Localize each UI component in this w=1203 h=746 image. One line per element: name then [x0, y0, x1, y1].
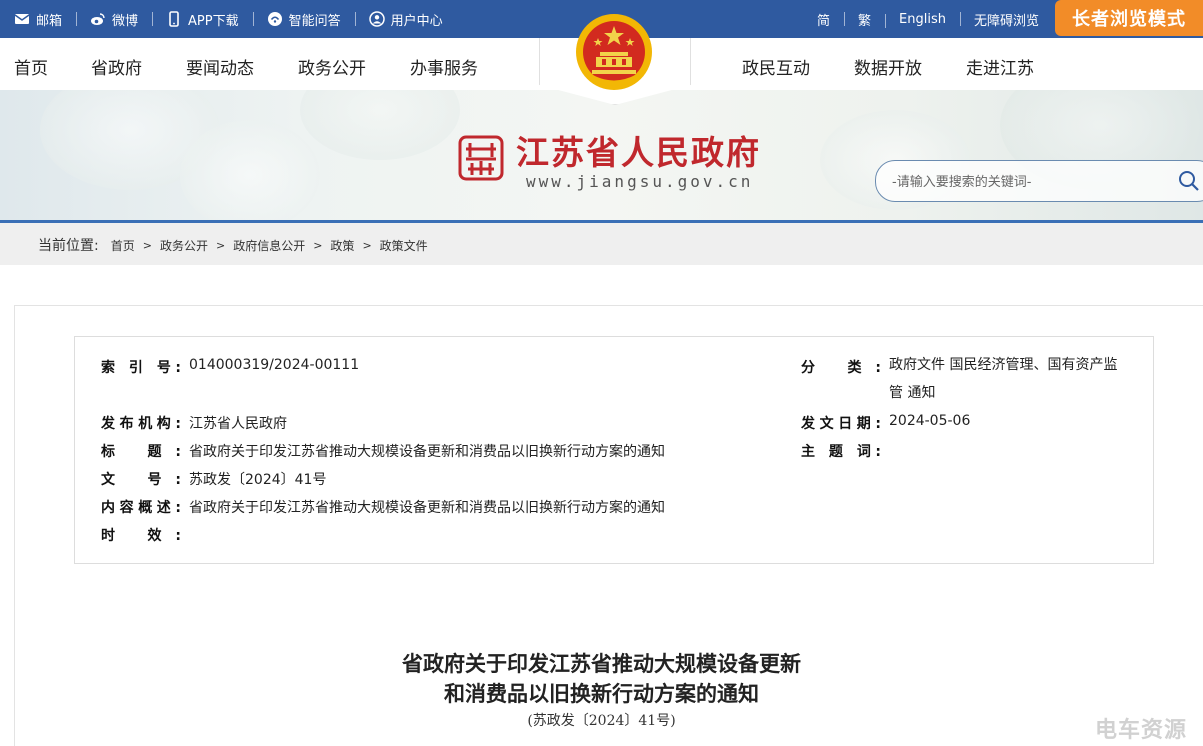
weibo-link[interactable]: 微博: [76, 10, 152, 29]
breadcrumb-gov-info[interactable]: 政府信息公开: [233, 237, 305, 254]
search-input[interactable]: [890, 170, 1174, 194]
meta-row-date: 发文日期: 2024-05-06: [801, 413, 970, 433]
meta-label-title: 标 题:: [101, 444, 181, 460]
nav-item-services[interactable]: 办事服务: [410, 54, 478, 79]
search-icon[interactable]: [1178, 170, 1200, 192]
nav-item-interaction[interactable]: 政民互动: [742, 54, 810, 79]
meta-value-index: 014000319/2024-00111: [189, 357, 360, 373]
meta-row-publisher: 发布机构: 江苏省人民政府: [101, 413, 287, 433]
weibo-label: 微博: [112, 13, 139, 29]
search-box: [875, 160, 1203, 202]
decorative-flower: [180, 120, 320, 220]
watermark: 电车资源: [1095, 718, 1188, 743]
nav-item-home[interactable]: 首页: [14, 54, 48, 79]
meta-value-docno: 苏政发〔2024〕41号: [189, 472, 327, 488]
nav-item-province-gov[interactable]: 省政府: [91, 54, 142, 79]
meta-row-category: 分 类: 政府文件 国民经济管理、国有资产监 管 通知: [801, 357, 1117, 407]
mail-label: 邮箱: [36, 13, 63, 29]
app-download-link[interactable]: APP下载: [152, 10, 253, 29]
simplified-chinese-link[interactable]: 简: [803, 10, 844, 29]
meta-label-index: 索 引 号:: [101, 360, 181, 376]
nav-item-news[interactable]: 要闻动态: [186, 54, 254, 79]
traditional-chinese-link[interactable]: 繁: [844, 10, 885, 29]
breadcrumb-label: 当前位置:: [38, 238, 99, 254]
english-link[interactable]: English: [885, 12, 960, 28]
meta-label-validity: 时 效:: [101, 528, 181, 544]
meta-row-index: 索 引 号: 014000319/2024-00111: [101, 357, 359, 377]
document-number: (苏政发〔2024〕41号): [527, 713, 676, 729]
breadcrumb-gov-affairs[interactable]: 政务公开: [160, 237, 208, 254]
meta-value-category-line2: 管 通知: [889, 385, 936, 401]
breadcrumb-separator: >: [362, 238, 372, 252]
phone-icon: [169, 11, 179, 27]
breadcrumb-separator: >: [313, 238, 323, 252]
meta-value-title: 省政府关于印发江苏省推动大规模设备更新和消费品以旧换新行动方案的通知: [189, 444, 665, 460]
document-title-line2: 和消费品以旧换新行动方案的通知: [444, 681, 759, 706]
meta-value-publisher: 江苏省人民政府: [189, 416, 287, 432]
breadcrumb-policy[interactable]: 政策: [330, 237, 354, 254]
elder-mode-button[interactable]: 长者浏览模式: [1055, 0, 1203, 36]
smart-qa-label: 智能问答: [288, 13, 341, 29]
site-url: www.jiangsu.gov.cn: [526, 172, 754, 191]
mail-icon: [14, 14, 30, 24]
breadcrumb-bar: 当前位置: 首页 > 政务公开 > 政府信息公开 > 政策 > 政策文件: [0, 223, 1203, 265]
accessibility-link[interactable]: 无障碍浏览: [959, 10, 1053, 29]
breadcrumb-policy-docs[interactable]: 政策文件: [380, 237, 428, 254]
weibo-icon: [91, 13, 105, 25]
meta-row-title: 标 题: 省政府关于印发江苏省推动大规模设备更新和消费品以旧换新行动方案的通知: [101, 441, 665, 461]
nav-item-about-jiangsu[interactable]: 走进江苏: [966, 54, 1034, 79]
national-emblem-icon: [576, 14, 652, 90]
jiangsu-logo-icon: [458, 135, 504, 181]
meta-label-summary: 内容概述:: [101, 500, 181, 516]
smart-qa-link[interactable]: 智能问答: [252, 10, 355, 29]
mail-link[interactable]: 邮箱: [14, 10, 76, 29]
meta-row-validity: 时 效:: [101, 525, 189, 545]
user-center-label: 用户中心: [390, 13, 443, 29]
user-icon: [368, 11, 385, 27]
app-download-label: APP下载: [188, 13, 239, 29]
meta-row-summary: 内容概述: 省政府关于印发江苏省推动大规模设备更新和消费品以旧换新行动方案的通知: [101, 497, 665, 517]
meta-row-subject: 主 题 词:: [801, 441, 889, 461]
top-bar-right: 简 繁 English 无障碍浏览: [803, 0, 1053, 38]
header-banner: 江苏省人民政府 www.jiangsu.gov.cn: [0, 90, 1203, 223]
breadcrumb-separator: >: [215, 238, 226, 252]
chat-icon: [267, 12, 282, 26]
top-bar-left: 邮箱 微博 APP下载 智能问答 用户中心: [14, 0, 457, 38]
meta-value-date: 2024-05-06: [889, 413, 971, 429]
user-center-link[interactable]: 用户中心: [354, 10, 457, 29]
decorative-leaf: [300, 90, 460, 160]
document-title-line1: 省政府关于印发江苏省推动大规模设备更新: [402, 651, 801, 676]
meta-label-publisher: 发布机构:: [101, 416, 181, 432]
meta-label-docno: 文 号:: [101, 472, 181, 488]
nav-item-open-data[interactable]: 数据开放: [854, 54, 922, 79]
document-meta-table: 索 引 号: 014000319/2024-00111 分 类: 政府文件 国民…: [74, 336, 1154, 564]
meta-value-category: 政府文件 国民经济管理、国有资产监 管 通知: [889, 351, 1117, 407]
breadcrumb: 当前位置: 首页 > 政务公开 > 政府信息公开 > 政策 > 政策文件: [38, 235, 428, 255]
meta-value-summary: 省政府关于印发江苏省推动大规模设备更新和消费品以旧换新行动方案的通知: [189, 500, 665, 516]
meta-value-category-line1: 政府文件 国民经济管理、国有资产监: [889, 357, 1118, 373]
meta-label-date: 发文日期:: [801, 416, 881, 432]
meta-label-subject: 主 题 词:: [801, 444, 881, 460]
meta-row-docno: 文 号: 苏政发〔2024〕41号: [101, 469, 326, 489]
breadcrumb-separator: >: [142, 238, 152, 252]
site-name: 江苏省人民政府: [516, 133, 761, 172]
breadcrumb-home[interactable]: 首页: [111, 237, 135, 254]
meta-label-category: 分 类:: [801, 360, 881, 376]
nav-item-gov-affairs[interactable]: 政务公开: [298, 54, 366, 79]
